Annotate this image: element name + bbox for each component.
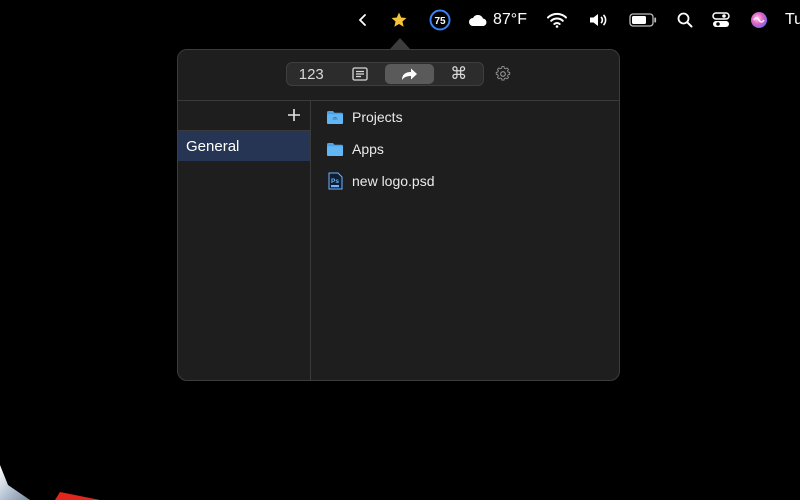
share-arrow-icon <box>402 68 418 80</box>
tab-command[interactable]: ⌘ <box>435 63 484 85</box>
clock[interactable]: Tu <box>785 0 800 40</box>
volume-icon[interactable] <box>588 0 610 40</box>
clipboard-popover: 123 ⌘ General Projects Apps Ps new logo.… <box>177 49 620 381</box>
psd-file-icon: Ps <box>326 172 344 190</box>
weather-temp: 87°F <box>493 11 527 28</box>
siri-icon[interactable] <box>748 0 770 40</box>
control-center-icon[interactable] <box>710 0 732 40</box>
file-name: new logo.psd <box>352 173 435 189</box>
file-name: Projects <box>352 109 403 125</box>
star-icon[interactable] <box>388 0 410 40</box>
svg-text:Ps: Ps <box>331 178 339 185</box>
tab-numbers-label: 123 <box>298 65 324 83</box>
file-name: Apps <box>352 141 384 157</box>
list-item[interactable]: Apps <box>326 137 384 161</box>
notes-icon <box>352 67 368 81</box>
chevron-left-icon[interactable] <box>355 0 371 40</box>
folder-icon <box>326 140 344 158</box>
cloud-icon <box>469 15 487 26</box>
folder-icon <box>326 108 344 126</box>
command-icon: ⌘ <box>450 64 468 83</box>
wifi-icon[interactable] <box>546 0 568 40</box>
clock-text: Tu <box>785 11 800 28</box>
plus-icon <box>288 109 300 121</box>
badge-icon[interactable]: 75 <box>428 0 452 40</box>
tab-numbers[interactable]: 123 <box>287 63 336 85</box>
wallpaper-shape <box>0 465 100 500</box>
tab-share[interactable] <box>385 64 434 84</box>
tab-segmented-control: 123 ⌘ <box>286 62 484 86</box>
badge-number: 75 <box>434 16 446 27</box>
battery-icon[interactable] <box>628 0 658 40</box>
sidebar-item-label: General <box>186 137 240 155</box>
settings-gear-icon[interactable] <box>494 65 512 83</box>
weather-widget[interactable]: 87°F <box>468 0 530 40</box>
popover-toolbar: 123 ⌘ <box>178 50 619 101</box>
menu-bar: 75 87°F Tu <box>0 0 800 40</box>
search-icon[interactable] <box>675 0 695 40</box>
tab-notes[interactable] <box>336 63 385 85</box>
list-item[interactable]: Projects <box>326 105 403 129</box>
add-button[interactable] <box>284 105 304 125</box>
list-item[interactable]: Ps new logo.psd <box>326 169 435 193</box>
sidebar: General <box>178 101 311 380</box>
popover-arrow <box>390 38 410 49</box>
file-list: Projects Apps Ps new logo.psd <box>312 101 619 380</box>
sidebar-item-general[interactable]: General <box>178 130 310 161</box>
